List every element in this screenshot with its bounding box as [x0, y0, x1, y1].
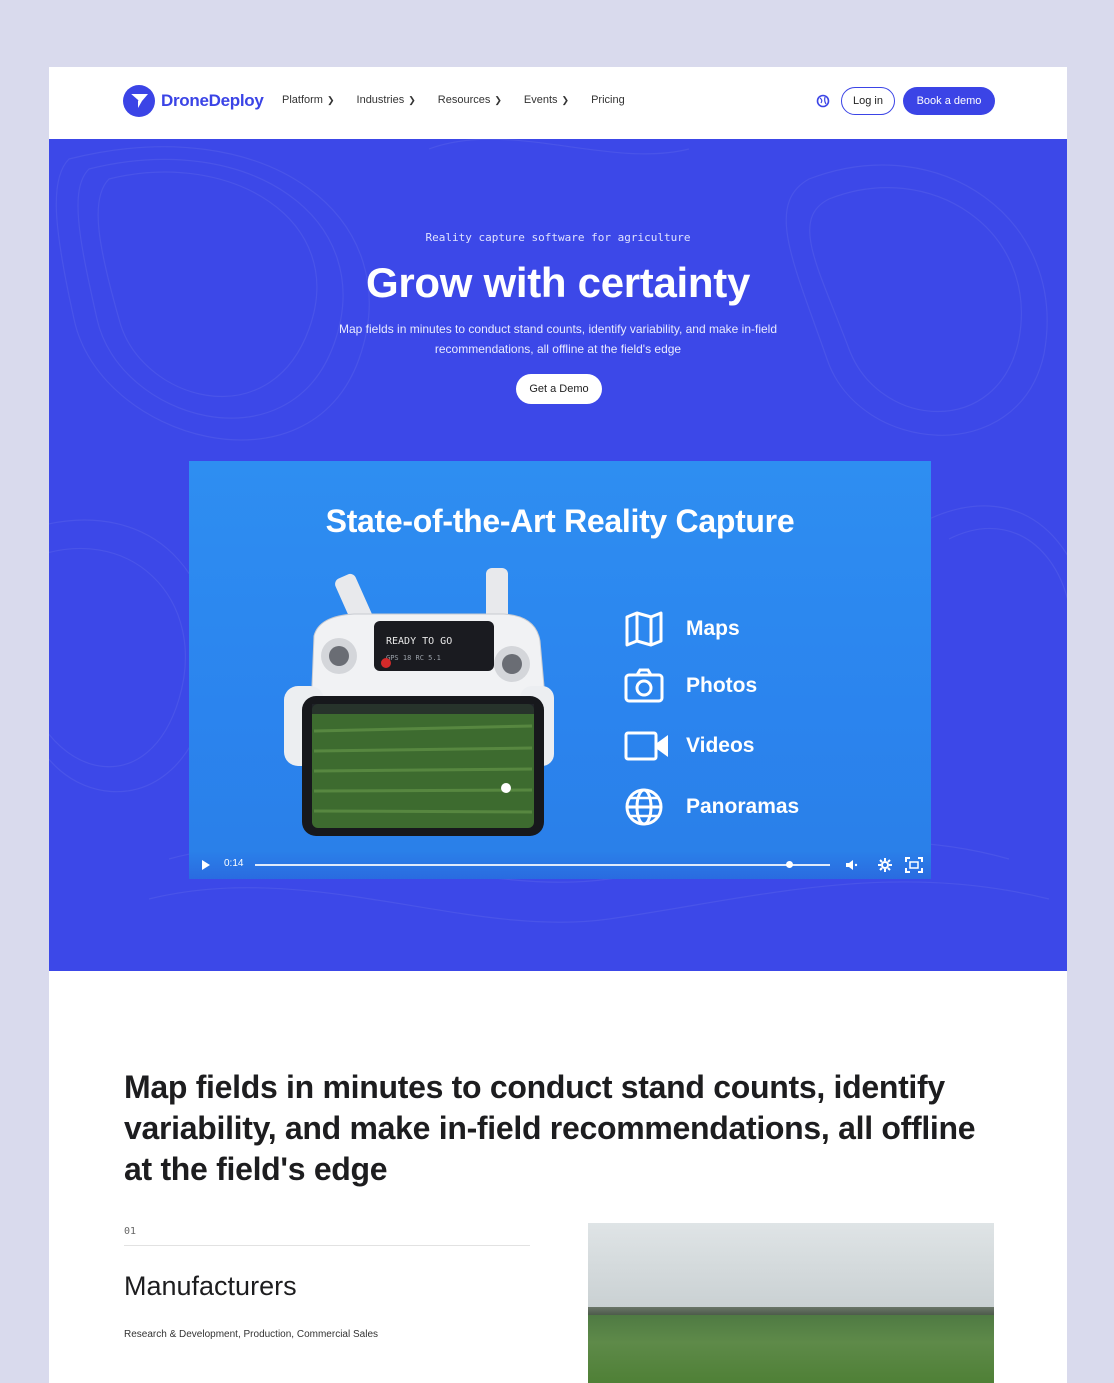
chevron-down-icon: ❯: [326, 94, 335, 105]
svg-text:READY TO GO: READY TO GO: [386, 636, 452, 647]
chevron-down-icon: ❯: [408, 94, 416, 105]
top-nav: DroneDeploy Platform ❯ Industries ❯ Resour…: [49, 67, 1067, 139]
chevron-down-icon: ❯: [494, 94, 502, 105]
video-player[interactable]: State-of-the-Art Reality Capture READY T…: [189, 461, 931, 879]
menu-item-label: Events: [523, 94, 558, 106]
map-icon: [625, 611, 663, 647]
item-title: Manufacturers: [124, 1271, 297, 1301]
feature-label: Panoramas: [686, 795, 800, 818]
photo-treeline: [588, 1307, 994, 1315]
menu-item-label: Industries: [356, 94, 405, 106]
logo-text: DroneDeploy: [161, 91, 264, 110]
logo[interactable]: DroneDeploy: [123, 85, 264, 117]
hero-eyebrow: Reality capture software for agriculture: [425, 231, 691, 244]
book-demo-button[interactable]: Book a demo: [903, 87, 995, 115]
hero-section: Reality capture software for agriculture…: [49, 139, 1067, 971]
feature-photos: Photos: [624, 668, 757, 704]
globe-icon: [625, 788, 663, 826]
page: DroneDeploy Platform ❯ Industries ❯ Resour…: [49, 67, 1067, 1383]
volume-icon[interactable]: [845, 858, 859, 872]
chevron-down-icon: ❯: [561, 94, 570, 105]
gear-icon[interactable]: [877, 857, 893, 873]
item-subtitle: Research & Development, Production, Comm…: [124, 1329, 378, 1340]
logo-icon: [123, 85, 155, 117]
menu-item-platform[interactable]: Platform ❯: [282, 94, 335, 106]
item-number: 01: [124, 1226, 137, 1237]
menu-item-label: Platform: [282, 94, 323, 106]
photo-sky: [588, 1223, 994, 1311]
camera-icon: [624, 668, 664, 703]
video-title: State-of-the-Art Reality Capture: [325, 503, 795, 539]
drone-controller-image: READY TO GO GPS 18 RC 5.1: [284, 568, 554, 836]
menu-item-label: Resources: [437, 94, 491, 106]
divider: [124, 1245, 530, 1246]
menu-item-industries[interactable]: Industries ❯: [357, 94, 416, 106]
video-progress-track[interactable]: [255, 864, 830, 866]
video-time: 0:14: [224, 858, 244, 869]
menu-item-label: Pricing: [591, 94, 625, 106]
hero-subtitle: Map fields in minutes to conduct stand c…: [339, 322, 777, 356]
feature-label: Maps: [686, 617, 740, 640]
login-button[interactable]: Log in: [841, 87, 895, 115]
photo-field: [588, 1315, 994, 1383]
feature-label: Videos: [686, 734, 755, 757]
get-demo-button[interactable]: Get a Demo: [516, 374, 602, 404]
video-icon: [624, 731, 668, 761]
play-icon[interactable]: [201, 859, 211, 871]
video-controls: 0:14: [189, 851, 931, 879]
fullscreen-icon[interactable]: [905, 857, 923, 873]
feature-label: Photos: [686, 674, 758, 697]
globe-icon[interactable]: [816, 94, 830, 108]
menu-item-events[interactable]: Events ❯: [524, 94, 569, 106]
video-progress-handle[interactable]: [786, 861, 794, 868]
feature-panoramas: Panoramas: [624, 787, 799, 827]
menu-item-pricing[interactable]: Pricing: [591, 94, 625, 106]
menu-item-resources[interactable]: Resources ❯: [438, 94, 502, 106]
hero-title: Grow with certainty: [365, 259, 751, 306]
svg-text:GPS 18 RC 5.1: GPS 18 RC 5.1: [386, 654, 441, 662]
section-headline: Map fields in minutes to conduct stand c…: [124, 1069, 976, 1187]
feature-maps: Maps: [624, 611, 740, 647]
main-menu: Platform ❯ Industries ❯ Resources ❯ Events ❯…: [282, 94, 647, 106]
field-photo: [588, 1223, 994, 1383]
feature-videos: Videos: [624, 729, 754, 763]
